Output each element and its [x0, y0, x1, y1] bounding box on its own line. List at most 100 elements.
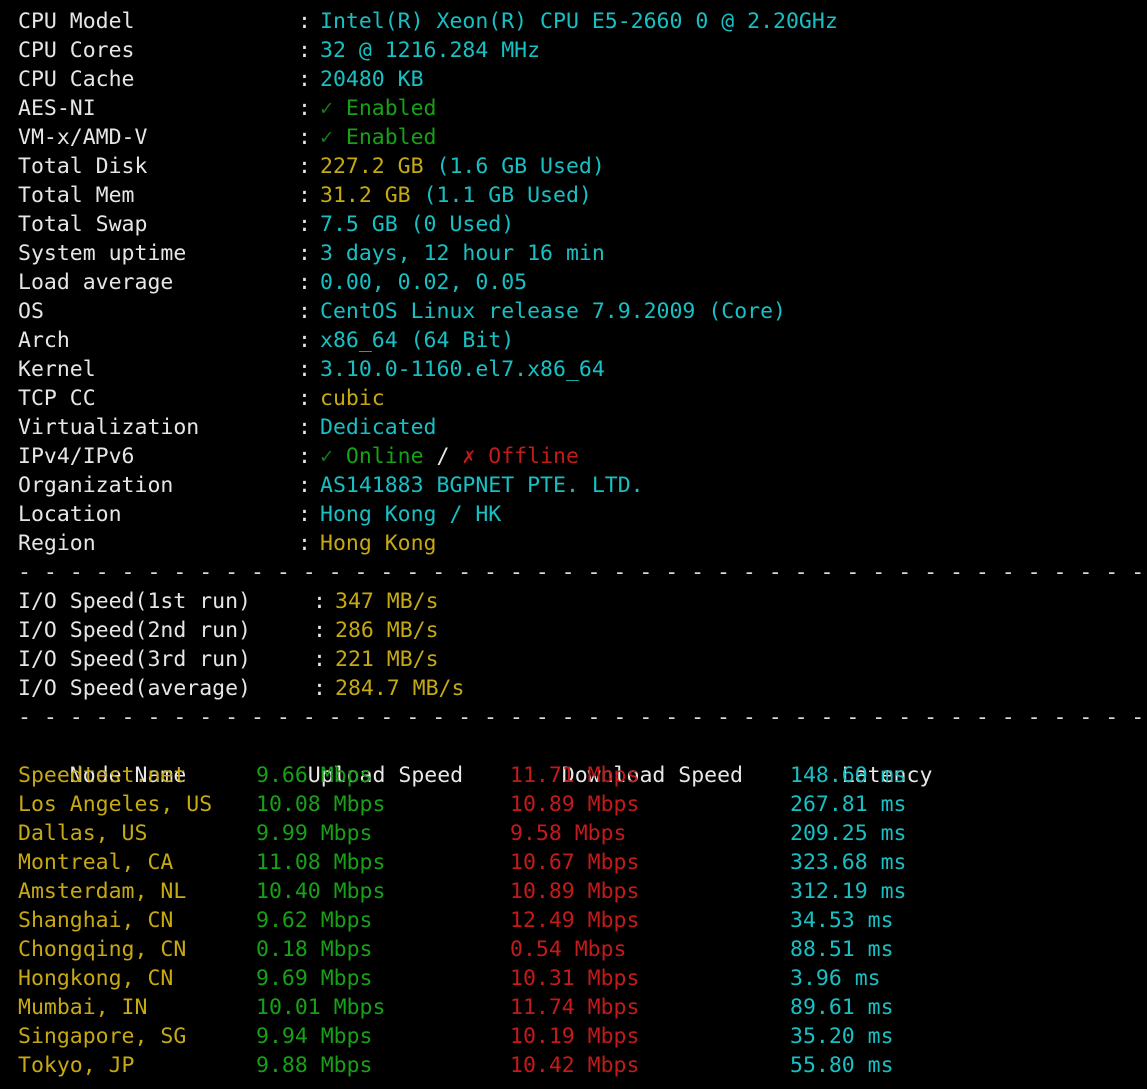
info-colon: : — [298, 183, 311, 208]
download-speed: 10.31 Mbps — [510, 966, 640, 991]
info-colon: : — [298, 154, 311, 179]
ipv6-status: Offline — [488, 444, 579, 469]
node-name: Los Angeles, US — [18, 792, 213, 817]
upload-speed: 10.08 Mbps — [256, 792, 386, 817]
download-speed: 12.49 Mbps — [510, 908, 640, 933]
info-value: 0.00, 0.02, 0.05 — [320, 270, 528, 295]
download-speed: 10.19 Mbps — [510, 1024, 640, 1049]
info-value: 3 days, 12 hour 16 min — [320, 241, 605, 266]
node-name: Speedtest.net — [18, 763, 187, 788]
system-info-row: Total Disk:227.2 GB (1.6 GB Used) — [18, 152, 1147, 181]
upload-speed: 0.18 Mbps — [256, 937, 373, 962]
table-row: Hongkong, CN 9.69 Mbps 10.31 Mbps 3.96 ms — [18, 964, 1147, 993]
io-speed-row: I/O Speed(1st run):347 MB/s — [18, 587, 1147, 616]
node-name: Singapore, SG — [18, 1024, 187, 1049]
system-info-row: IPv4/IPv6: ✓ Online / ✗ Offline — [18, 442, 1147, 471]
system-info-row: Kernel:3.10.0-1160.el7.x86_64 — [18, 355, 1147, 384]
info-label: IPv4/IPv6 — [18, 444, 135, 469]
info-label: OS — [18, 299, 44, 324]
latency: 55.80 ms — [790, 1053, 894, 1078]
system-info-row: Total Swap:7.5 GB (0 Used) — [18, 210, 1147, 239]
info-label: System uptime — [18, 241, 187, 266]
io-label: I/O Speed(3rd run) — [18, 647, 251, 672]
io-value: 284.7 MB/s — [335, 676, 465, 701]
info-colon: : — [298, 9, 311, 34]
check-icon: ✓ — [320, 125, 346, 150]
system-info-row: Arch: x86_64 (64 Bit) — [18, 326, 1147, 355]
latency: 312.19 ms — [790, 879, 907, 904]
system-info-row: System uptime:3 days, 12 hour 16 min — [18, 239, 1147, 268]
info-value: 20480 KB — [320, 67, 424, 92]
io-speed-row: I/O Speed(2nd run):286 MB/s — [18, 616, 1147, 645]
io-colon: : — [313, 676, 326, 701]
io-value: 286 MB/s — [335, 618, 439, 643]
info-value: Enabled — [345, 125, 437, 150]
io-speed-section: I/O Speed(1st run):347 MB/s I/O Speed(2nd… — [18, 587, 1147, 703]
system-info-row: Location: Hong Kong / HK — [18, 500, 1147, 529]
info-value-main: 31.2 GB — [320, 183, 411, 208]
info-label: AES-NI — [18, 96, 96, 121]
table-row: Shanghai, CN 9.62 Mbps 12.49 Mbps 34.53 ms — [18, 906, 1147, 935]
node-name: Mumbai, IN — [18, 995, 148, 1020]
info-value: Intel(R) Xeon(R) CPU E5-2660 0 @ 2.20GHz — [320, 9, 838, 34]
table-row: Montreal, CA 11.08 Mbps 10.67 Mbps 323.68 m… — [18, 848, 1147, 877]
system-info-row: TCP CC: cubic — [18, 384, 1147, 413]
node-name: Shanghai, CN — [18, 908, 174, 933]
latency: 34.53 ms — [790, 908, 894, 933]
upload-speed: 11.08 Mbps — [256, 850, 386, 875]
info-colon: : — [298, 38, 311, 63]
separator-line-1: - - - - - - - - - - - - - - - - - - - - … — [18, 560, 1145, 585]
system-info-row: AES-NI: ✓ Enabled — [18, 94, 1147, 123]
system-info-row: Region: Hong Kong — [18, 529, 1147, 558]
info-label: VM-x/AMD-V — [18, 125, 148, 150]
upload-speed: 9.99 Mbps — [256, 821, 373, 846]
system-info-row: VM-x/AMD-V: ✓ Enabled — [18, 123, 1147, 152]
info-colon: : — [298, 415, 311, 440]
table-row: Mumbai, IN 10.01 Mbps 11.74 Mbps 89.61 ms — [18, 993, 1147, 1022]
io-colon: : — [313, 618, 326, 643]
node-name: Amsterdam, NL — [18, 879, 187, 904]
latency: 323.68 ms — [790, 850, 907, 875]
info-value-main: 227.2 GB — [320, 154, 424, 179]
info-label: Total Disk — [18, 154, 148, 179]
info-label: CPU Cores — [18, 38, 135, 63]
io-value: 347 MB/s — [335, 589, 439, 614]
io-label: I/O Speed(1st run) — [18, 589, 251, 614]
system-info-row: Organization: AS141883 BGPNET PTE. LTD. — [18, 471, 1147, 500]
table-row: Tokyo, JP 9.88 Mbps 10.42 Mbps 55.80 ms — [18, 1051, 1147, 1080]
info-value: 7.5 GB (0 Used) — [320, 212, 515, 237]
info-colon: : — [298, 299, 311, 324]
io-speed-row: I/O Speed(average):284.7 MB/s — [18, 674, 1147, 703]
download-speed: 10.89 Mbps — [510, 879, 640, 904]
info-label: Organization — [18, 473, 174, 498]
check-icon: ✓ — [320, 96, 346, 121]
latency: 209.25 ms — [790, 821, 907, 846]
info-label: CPU Model — [18, 9, 135, 34]
info-colon: : — [298, 212, 311, 237]
info-colon: : — [298, 386, 311, 411]
node-name: Tokyo, JP — [18, 1053, 135, 1078]
upload-speed: 9.94 Mbps — [256, 1024, 373, 1049]
info-colon: : — [298, 531, 311, 556]
info-label: Region — [18, 531, 96, 556]
download-speed: 11.74 Mbps — [510, 995, 640, 1020]
info-label: Total Swap — [18, 212, 148, 237]
latency: 267.81 ms — [790, 792, 907, 817]
info-label: Kernel — [18, 357, 96, 382]
status-divider: / — [423, 444, 463, 469]
upload-speed: 9.66 Mbps — [256, 763, 373, 788]
latency: 35.20 ms — [790, 1024, 894, 1049]
download-speed: 0.54 Mbps — [510, 937, 627, 962]
info-value: Enabled — [345, 96, 437, 121]
info-value-sub: (1.6 GB Used) — [423, 154, 605, 179]
info-label: CPU Cache — [18, 67, 135, 92]
info-colon: : — [298, 96, 311, 121]
system-info-row: Total Mem:31.2 GB (1.1 GB Used) — [18, 181, 1147, 210]
io-label: I/O Speed(2nd run) — [18, 618, 251, 643]
info-colon: : — [298, 125, 311, 150]
info-colon: : — [298, 357, 311, 382]
table-row: Dallas, US 9.99 Mbps 9.58 Mbps 209.25 ms — [18, 819, 1147, 848]
node-name: Montreal, CA — [18, 850, 174, 875]
info-value: CentOS Linux release 7.9.2009 (Core) — [320, 299, 786, 324]
info-colon: : — [298, 444, 311, 469]
